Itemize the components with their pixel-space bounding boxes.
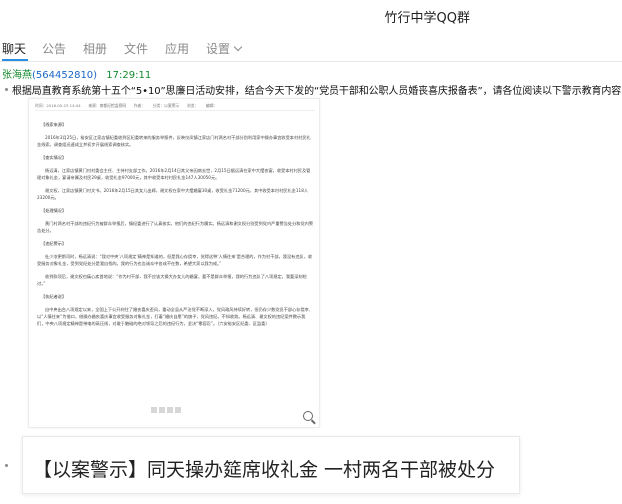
- tab-bar: 聊天 公告 相册 文件 应用 设置: [0, 38, 622, 62]
- article-section: 【查实情况】 杨远清，江家店镇黄门村村委会主任、主持村支部工作。2016年2月1…: [37, 154, 313, 201]
- section-heading: 【处理情况】: [41, 208, 67, 213]
- message-time: 17:29:11: [106, 70, 152, 81]
- link-card[interactable]: 【以案警示】同天操办筵席收礼金 一村两名干部被处分: [22, 436, 520, 494]
- section-paragraph: 黄门村两名村干部的违纪行为被群众举报后，镇纪委进行了认真核实，他们的违纪行为属实…: [37, 221, 314, 233]
- section-paragraph: 自中央出台八项规定以来，全国上下公开刹住了婚丧喜庆歪风，重动全县从严治党不断深入…: [37, 307, 314, 326]
- section-paragraph: 2016年3月25日，裕安区江家店镇纪委收到区纪委转来的服务举报件，反映仪凤镇江…: [37, 135, 311, 147]
- article-divider: [35, 110, 315, 111]
- tab-apps[interactable]: 应用: [165, 40, 189, 57]
- article-image[interactable]: 时间：2016-05-23 14:44 来源：南都纪检监察网 作者： 分类：以案…: [28, 98, 320, 428]
- link-card-title[interactable]: 【以案警示】同天操办筵席收礼金 一村两名干部被处分: [33, 455, 519, 482]
- window-title: 竹行中学QQ群: [384, 11, 470, 26]
- section-heading: 【查实情况】: [41, 155, 67, 160]
- sender-name[interactable]: 张海燕: [2, 70, 32, 81]
- tab-settings[interactable]: 设置: [206, 40, 243, 57]
- share-icons: [151, 398, 183, 417]
- article-section: 【执纪者说】 自中央出台八项规定以来，全国上下公开刹住了婚丧喜庆歪风，重动全县从…: [37, 293, 313, 327]
- article-body: 【线索来源】 2016年3月25日，裕安区江家店镇纪委收到区纪委转来的服务举报件…: [37, 121, 313, 333]
- active-tab-indicator: [2, 59, 28, 61]
- message-text: 根据局直教育系统第十五个“5•10”思廉日活动安排，结合今天下发的“党员干部和公…: [12, 86, 622, 97]
- share-icon: [151, 407, 157, 413]
- tab-files[interactable]: 文件: [124, 40, 148, 57]
- article-meta: 时间：2016-05-23 14:44 来源：南都纪检监察网 作者： 分类：以案…: [35, 103, 218, 108]
- article-section: 【线索来源】 2016年3月25日，裕安区江家店镇纪委收到区纪委转来的服务举报件…: [37, 121, 313, 148]
- title-bar: 竹行中学QQ群: [0, 0, 622, 30]
- section-paragraph: 杜少浓更斯司时，杨远清说：“我对中央‘八项规定’精神是知道的，但是我心存侥幸，觉…: [37, 254, 313, 266]
- section-paragraph: 杨远清，江家店镇黄门村村委会主任、主持村支部工作。2016年2月14日其父亲因病…: [37, 168, 311, 180]
- sender-qq[interactable]: (564452810): [32, 70, 97, 81]
- tab-announcement[interactable]: 公告: [42, 40, 66, 57]
- tab-album[interactable]: 相册: [83, 40, 107, 57]
- message-bullet: [5, 464, 8, 467]
- section-heading: 【执纪者说】: [41, 294, 67, 299]
- article-section: 【违纪警示】 杜少浓更斯司时，杨远清说：“我对中央‘八项规定’精神是知道的，但是…: [37, 240, 313, 287]
- section-heading: 【违纪警示】: [41, 241, 67, 246]
- section-paragraph: 谢文权，江家店镇黄门村文书。2016年2月15日其女儿出嫁，谢文权在家中大摆婚宴…: [37, 188, 309, 200]
- article-section: 【处理情况】 黄门村两名村干部的违纪行为被群众举报后，镇纪委进行了认真核实，他们…: [37, 207, 313, 234]
- chevron-down-icon: [233, 42, 243, 52]
- tab-chat[interactable]: 聊天: [2, 40, 26, 57]
- section-heading: 【线索来源】: [41, 122, 67, 127]
- section-paragraph: 收到款项后，谢文权也痛心疾首地说：“作为村干部，我不应该大操大办女儿的婚宴，要不…: [37, 274, 307, 286]
- message-header: 张海燕(564452810) 17:29:11: [2, 66, 151, 81]
- message-bullet: [5, 88, 8, 91]
- share-icon: [167, 407, 173, 413]
- tab-settings-label: 设置: [206, 42, 231, 56]
- share-icon: [175, 407, 181, 413]
- zoom-icon[interactable]: [303, 411, 313, 421]
- share-icon: [159, 407, 165, 413]
